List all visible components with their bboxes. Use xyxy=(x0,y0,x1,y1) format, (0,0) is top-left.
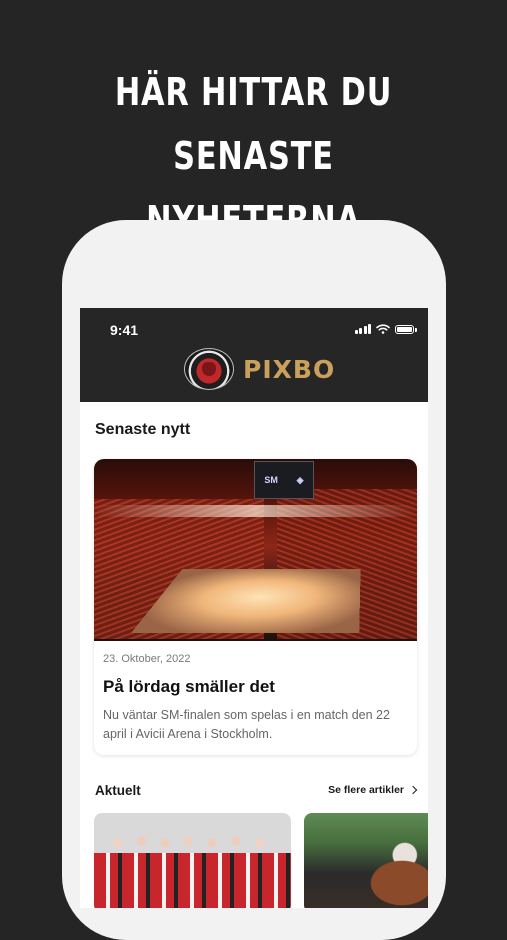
article-excerpt: Nu väntar SM-finalen som spelas i en mat… xyxy=(103,708,390,741)
wifi-icon xyxy=(376,324,390,334)
signal-icon xyxy=(354,324,371,334)
article-thumbnail-team-photo[interactable] xyxy=(94,813,291,908)
battery-icon xyxy=(395,324,417,334)
article-title: På lördag smäller det xyxy=(103,677,275,696)
chevron-right-icon xyxy=(408,785,418,795)
promo-headline-line-1: HÄR HITTAR DU SENASTE xyxy=(114,70,393,178)
current-section-title: Aktuelt xyxy=(95,783,141,798)
brand[interactable]: PIXBO xyxy=(184,348,335,390)
brand-name: PIXBO xyxy=(243,354,336,384)
status-time: 9:41 xyxy=(110,322,139,338)
latest-news-title: Senaste nytt xyxy=(95,421,191,438)
club-logo xyxy=(184,348,234,390)
see-more-link[interactable]: Se flere artikler xyxy=(328,784,418,796)
status-icons xyxy=(354,324,417,334)
arena-photo: SM ◈ xyxy=(94,459,417,641)
article-thumbnail-mascot-photo[interactable] xyxy=(304,813,428,908)
article-date: 23. Oktober, 2022 xyxy=(103,653,191,665)
see-more-label: Se flere artikler xyxy=(328,784,404,796)
app-header: 9:41 PIXBO xyxy=(80,308,428,402)
app-screen: 9:41 PIXBO Senaste nytt SM ◈ 23. Oktober… xyxy=(80,308,428,908)
featured-article-card[interactable]: SM ◈ 23. Oktober, 2022 På lördag smäller … xyxy=(94,459,417,755)
